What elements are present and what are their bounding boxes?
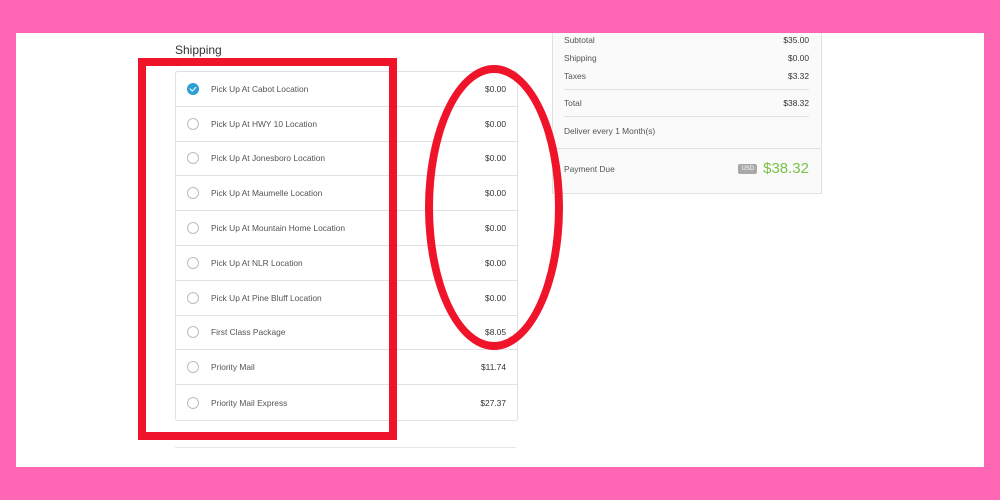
checkout-panel: Shipping Pick Up At Cabot Location $0.00… bbox=[16, 33, 984, 467]
shipping-option[interactable]: Pick Up At Jonesboro Location $0.00 bbox=[176, 142, 517, 177]
shipping-option-label: Pick Up At Cabot Location bbox=[211, 83, 309, 94]
radio-unchecked-icon[interactable] bbox=[187, 117, 199, 130]
section-divider bbox=[175, 447, 516, 448]
subtotal-row: Subtotal $35.00 bbox=[564, 35, 809, 45]
delivery-row: Deliver every 1 Month(s) bbox=[564, 126, 809, 136]
shipping-option-price: $0.00 bbox=[485, 223, 506, 234]
shipping-label: Shipping bbox=[564, 53, 597, 63]
total-label: Total bbox=[564, 98, 582, 108]
shipping-option-label: Priority Mail bbox=[211, 362, 255, 373]
shipping-option-label: First Class Package bbox=[211, 327, 286, 338]
shipping-option[interactable]: Pick Up At Pine Bluff Location $0.00 bbox=[176, 281, 517, 316]
shipping-option-price: $0.00 bbox=[485, 83, 506, 94]
shipping-option-price: $11.74 bbox=[481, 362, 506, 373]
shipping-option[interactable]: Pick Up At Maumelle Location $0.00 bbox=[176, 176, 517, 212]
shipping-option[interactable]: Pick Up At HWY 10 Location $0.00 bbox=[176, 107, 517, 142]
shipping-option-label: Pick Up At Pine Bluff Location bbox=[211, 292, 322, 303]
shipping-option[interactable]: Pick Up At Mountain Home Location $0.00 bbox=[176, 211, 517, 246]
shipping-option-price: $0.00 bbox=[485, 292, 506, 303]
shipping-option[interactable]: Priority Mail Express $27.37 bbox=[176, 385, 517, 420]
delivery-note: Deliver every 1 Month(s) bbox=[564, 126, 656, 136]
shipping-option-label: Priority Mail Express bbox=[211, 397, 288, 408]
shipping-option-price: $0.00 bbox=[485, 188, 506, 199]
shipping-option-label: Pick Up At HWY 10 Location bbox=[211, 118, 317, 129]
shipping-option-price: $0.00 bbox=[485, 257, 506, 268]
shipping-option[interactable]: Pick Up At Cabot Location $0.00 bbox=[176, 72, 517, 107]
radio-unchecked-icon[interactable] bbox=[187, 361, 199, 374]
radio-unchecked-icon[interactable] bbox=[187, 152, 199, 165]
shipping-option-label: Pick Up At Mountain Home Location bbox=[211, 223, 346, 234]
order-summary: Subtotal $35.00 Shipping $0.00 Taxes $3.… bbox=[552, 33, 822, 194]
currency-badge: USD bbox=[738, 163, 758, 174]
radio-unchecked-icon[interactable] bbox=[187, 291, 199, 304]
shipping-option-price: $8.05 bbox=[485, 327, 506, 338]
subtotal-value: $35.00 bbox=[783, 35, 809, 45]
shipping-value: $0.00 bbox=[788, 53, 809, 63]
shipping-section-title: Shipping bbox=[175, 43, 222, 57]
summary-divider bbox=[564, 89, 809, 90]
taxes-label: Taxes bbox=[564, 71, 586, 81]
radio-unchecked-icon[interactable] bbox=[187, 222, 199, 235]
payment-due-value: $38.32 bbox=[763, 160, 809, 177]
shipping-option-price: $0.00 bbox=[485, 153, 506, 164]
radio-checked-icon[interactable] bbox=[187, 82, 199, 95]
shipping-options-list: Pick Up At Cabot Location $0.00 Pick Up … bbox=[175, 71, 518, 421]
taxes-row: Taxes $3.32 bbox=[564, 71, 809, 81]
radio-unchecked-icon[interactable] bbox=[187, 187, 199, 200]
radio-unchecked-icon[interactable] bbox=[187, 326, 199, 339]
taxes-value: $3.32 bbox=[788, 71, 809, 81]
shipping-row: Shipping $0.00 bbox=[564, 53, 809, 63]
shipping-option-label: Pick Up At NLR Location bbox=[211, 257, 303, 268]
radio-unchecked-icon[interactable] bbox=[187, 396, 199, 409]
payment-due-row: Payment Due USD $38.32 bbox=[564, 160, 809, 177]
shipping-option-price: $27.37 bbox=[480, 397, 506, 408]
subtotal-label: Subtotal bbox=[564, 35, 595, 45]
summary-divider bbox=[564, 116, 809, 117]
shipping-option[interactable]: First Class Package $8.05 bbox=[176, 316, 517, 351]
shipping-option[interactable]: Priority Mail $11.74 bbox=[176, 350, 517, 386]
payment-due-label: Payment Due bbox=[564, 163, 615, 174]
summary-divider bbox=[553, 148, 821, 149]
total-value: $38.32 bbox=[783, 98, 809, 108]
shipping-option-label: Pick Up At Maumelle Location bbox=[211, 188, 323, 199]
payment-due-amount: USD $38.32 bbox=[738, 160, 809, 177]
radio-unchecked-icon[interactable] bbox=[187, 256, 199, 269]
shipping-option-price: $0.00 bbox=[485, 118, 506, 129]
shipping-option-label: Pick Up At Jonesboro Location bbox=[211, 153, 326, 164]
total-row: Total $38.32 bbox=[564, 98, 809, 108]
shipping-option[interactable]: Pick Up At NLR Location $0.00 bbox=[176, 246, 517, 281]
